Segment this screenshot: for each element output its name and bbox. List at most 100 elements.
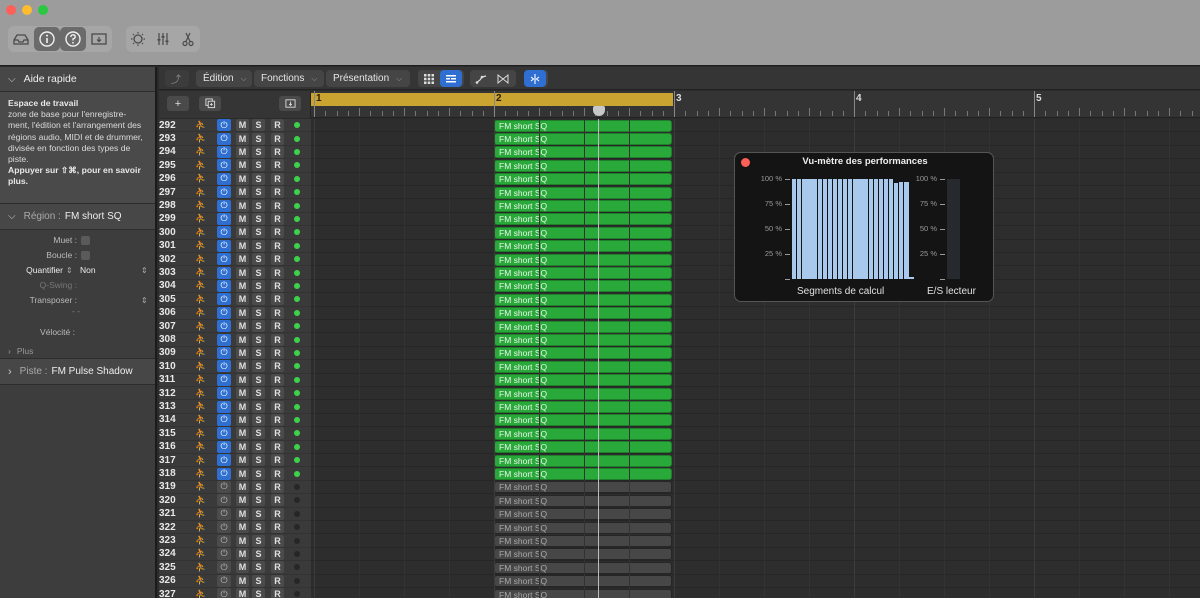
midi-region[interactable]: FM short SQ bbox=[494, 186, 672, 199]
record-button[interactable]: R bbox=[271, 212, 284, 225]
record-button[interactable]: R bbox=[271, 440, 284, 453]
track-power-button[interactable]: ⏻ bbox=[217, 172, 231, 185]
midi-region[interactable]: FM short SQ bbox=[494, 320, 672, 333]
solo-button[interactable]: S bbox=[252, 212, 265, 225]
solo-button[interactable]: S bbox=[252, 547, 265, 560]
record-button[interactable]: R bbox=[271, 119, 284, 132]
midi-region[interactable]: FM short SQ bbox=[494, 226, 672, 239]
record-button[interactable]: R bbox=[271, 467, 284, 480]
mute-button[interactable]: M bbox=[236, 507, 249, 520]
mute-button[interactable]: M bbox=[236, 413, 249, 426]
record-button[interactable]: R bbox=[271, 494, 284, 507]
mute-button[interactable]: M bbox=[236, 239, 249, 252]
solo-button[interactable]: S bbox=[252, 346, 265, 359]
track-row[interactable]: 302 ⛹ ⏻ M S R bbox=[159, 253, 311, 267]
midi-region[interactable]: FM short SQ bbox=[494, 213, 672, 226]
solo-button[interactable]: S bbox=[252, 279, 265, 292]
record-button[interactable]: R bbox=[271, 387, 284, 400]
quantize-row[interactable]: Quantifier ⇕ Non ⇕ bbox=[0, 263, 157, 277]
record-button[interactable]: R bbox=[271, 454, 284, 467]
solo-button[interactable]: S bbox=[252, 306, 265, 319]
track-power-button[interactable]: ⏻ bbox=[217, 226, 231, 239]
track-row[interactable]: 326 ⛹ ⏻ M S R bbox=[159, 574, 311, 588]
midi-region[interactable]: FM short SQ bbox=[494, 159, 672, 172]
solo-button[interactable]: S bbox=[252, 145, 265, 158]
mute-button[interactable]: M bbox=[236, 293, 249, 306]
record-button[interactable]: R bbox=[271, 521, 284, 534]
midi-region[interactable]: FM short SQ bbox=[494, 347, 672, 360]
mute-button[interactable]: M bbox=[236, 574, 249, 587]
track-power-button[interactable]: ⏻ bbox=[217, 387, 231, 400]
track-row[interactable]: 319 ⛹ ⏻ M S R bbox=[159, 480, 311, 495]
track-power-button[interactable]: ⏻ bbox=[217, 119, 231, 132]
midi-region[interactable]: FM short SQ bbox=[494, 119, 672, 132]
cycle-range[interactable] bbox=[311, 93, 673, 106]
track-row[interactable]: 293 ⛹ ⏻ M S R bbox=[159, 132, 311, 146]
solo-button[interactable]: S bbox=[252, 400, 265, 413]
add-track-button[interactable]: + bbox=[167, 96, 189, 111]
record-button[interactable]: R bbox=[271, 400, 284, 413]
record-button[interactable]: R bbox=[271, 427, 284, 440]
record-button[interactable]: R bbox=[271, 159, 284, 172]
mute-button[interactable]: M bbox=[236, 454, 249, 467]
mute-button[interactable]: M bbox=[236, 534, 249, 547]
timeline-ruler[interactable]: 1 2 3 4 5 bbox=[311, 91, 1200, 118]
track-power-button[interactable]: ⏻ bbox=[217, 306, 231, 319]
record-button[interactable]: R bbox=[271, 346, 284, 359]
mute-button[interactable]: M bbox=[236, 360, 249, 373]
mute-button[interactable]: M bbox=[236, 521, 249, 534]
solo-button[interactable]: S bbox=[252, 521, 265, 534]
midi-region[interactable]: FM short SQ bbox=[494, 521, 672, 534]
midi-region[interactable]: FM short SQ bbox=[494, 199, 672, 212]
track-row[interactable]: 320 ⛹ ⏻ M S R bbox=[159, 494, 311, 508]
track-power-button[interactable]: ⏻ bbox=[217, 239, 231, 252]
track-power-button[interactable]: ⏻ bbox=[217, 212, 231, 225]
record-button[interactable]: R bbox=[271, 480, 284, 493]
help-icon[interactable] bbox=[60, 27, 86, 51]
track-power-button[interactable]: ⏻ bbox=[217, 279, 231, 292]
track-row[interactable]: 310 ⛹ ⏻ M S R bbox=[159, 360, 311, 374]
track-row[interactable]: 294 ⛹ ⏻ M S R bbox=[159, 145, 311, 160]
zoom-window-button[interactable] bbox=[38, 5, 48, 15]
track-power-button[interactable]: ⏻ bbox=[217, 373, 231, 386]
midi-region[interactable]: FM short SQ bbox=[494, 307, 672, 320]
track-power-button[interactable]: ⏻ bbox=[217, 588, 231, 598]
midi-region[interactable]: FM short SQ bbox=[494, 534, 672, 547]
mute-button[interactable]: M bbox=[236, 132, 249, 145]
track-inspector-header[interactable]: › Piste : FM Pulse Shadow bbox=[0, 359, 155, 385]
track-row[interactable]: 303 ⛹ ⏻ M S R bbox=[159, 266, 311, 280]
track-row[interactable]: 305 ⛹ ⏻ M S R bbox=[159, 293, 311, 307]
track-power-button[interactable]: ⏻ bbox=[217, 132, 231, 145]
catch-playhead-icon[interactable] bbox=[524, 70, 546, 87]
midi-region[interactable]: FM short SQ bbox=[494, 561, 672, 574]
record-button[interactable]: R bbox=[271, 145, 284, 158]
solo-button[interactable]: S bbox=[252, 480, 265, 493]
track-power-button[interactable]: ⏻ bbox=[217, 266, 231, 279]
region-inspector-header[interactable]: ⌵ Région : FM short SQ bbox=[0, 204, 155, 230]
record-button[interactable]: R bbox=[271, 132, 284, 145]
solo-button[interactable]: S bbox=[252, 588, 265, 598]
midi-region[interactable]: FM short SQ bbox=[494, 588, 672, 598]
track-row[interactable]: 318 ⛹ ⏻ M S R bbox=[159, 467, 311, 481]
midi-region[interactable]: FM short SQ bbox=[494, 441, 672, 454]
automation-icon[interactable] bbox=[470, 70, 492, 87]
track-row[interactable]: 304 ⛹ ⏻ M S R bbox=[159, 279, 311, 294]
duplicate-track-icon[interactable] bbox=[199, 96, 221, 111]
track-power-button[interactable]: ⏻ bbox=[217, 253, 231, 266]
mixer-icon[interactable] bbox=[151, 27, 176, 51]
track-power-button[interactable]: ⏻ bbox=[217, 561, 231, 574]
solo-button[interactable]: S bbox=[252, 494, 265, 507]
menu-fonctions[interactable]: Fonctions ⌵ bbox=[254, 70, 324, 87]
track-row[interactable]: 299 ⛹ ⏻ M S R bbox=[159, 212, 311, 227]
mute-button[interactable]: M bbox=[236, 119, 249, 132]
track-row[interactable]: 316 ⛹ ⏻ M S R bbox=[159, 440, 311, 454]
track-power-button[interactable]: ⏻ bbox=[217, 145, 231, 158]
mute-button[interactable]: M bbox=[236, 440, 249, 453]
record-button[interactable]: R bbox=[271, 588, 284, 598]
solo-button[interactable]: S bbox=[252, 333, 265, 346]
download-icon[interactable] bbox=[86, 27, 112, 51]
grid-view-icon[interactable] bbox=[418, 70, 440, 87]
quantize-value[interactable]: Non bbox=[80, 265, 96, 275]
info-icon[interactable] bbox=[34, 27, 60, 51]
track-row[interactable]: 324 ⛹ ⏻ M S R bbox=[159, 547, 311, 562]
